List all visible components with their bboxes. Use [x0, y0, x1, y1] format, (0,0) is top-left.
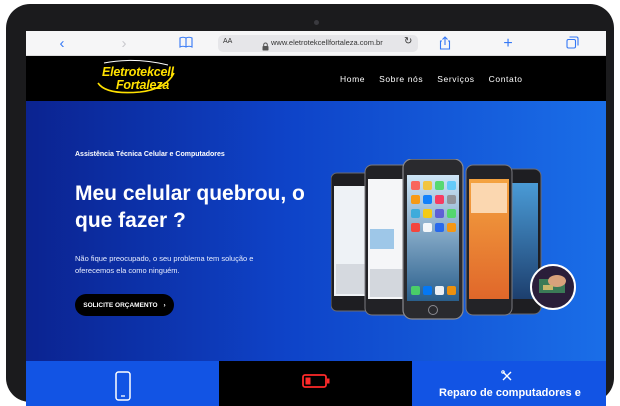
lock-icon: [262, 38, 269, 51]
nav-contato[interactable]: Contato: [489, 74, 523, 84]
tablet-frame: ‹ › AA www.eletrotekcellfortaleza.com.br…: [6, 4, 614, 406]
hero-section: Assistência Técnica Celular e Computador…: [26, 101, 606, 361]
front-camera: [314, 20, 319, 25]
tools-icon: [501, 369, 513, 387]
tabs-overview-icon[interactable]: [564, 36, 580, 51]
browser-toolbar: ‹ › AA www.eletrotekcellfortaleza.com.br…: [26, 31, 606, 56]
nav-home[interactable]: Home: [340, 74, 365, 84]
url-text: www.eletrotekcellfortaleza.com.br: [271, 38, 383, 47]
smartphone-icon: [115, 371, 131, 406]
address-bar[interactable]: AA www.eletrotekcellfortaleza.com.br ↻: [218, 35, 418, 52]
site-logo[interactable]: Eletrotekcell Fortaleza: [94, 59, 176, 97]
reload-icon[interactable]: ↻: [404, 36, 412, 47]
request-quote-button[interactable]: SOLICITE ORÇAMENTO ›: [75, 294, 174, 316]
browser-screen: ‹ › AA www.eletrotekcellfortaleza.com.br…: [26, 31, 606, 406]
site-header: Eletrotekcell Fortaleza Home Sobre nós S…: [26, 56, 606, 101]
service-card-battery[interactable]: [219, 361, 412, 406]
battery-icon: [302, 374, 330, 393]
hero-description: Não fique preocupado, o seu problema tem…: [75, 254, 254, 275]
nav-servicos[interactable]: Serviços: [437, 74, 474, 84]
bookmarks-icon[interactable]: [178, 36, 194, 51]
text-size-button[interactable]: AA: [223, 38, 232, 45]
request-quote-label: SOLICITE ORÇAMENTO: [83, 301, 158, 309]
share-icon[interactable]: [437, 36, 453, 51]
service-card-smartphone[interactable]: [26, 361, 219, 406]
back-icon[interactable]: ‹: [54, 36, 70, 51]
service-card-computer-repair[interactable]: Reparo de computadores e: [412, 361, 606, 406]
nav-sobre-nos[interactable]: Sobre nós: [379, 74, 423, 84]
logo-line-1: Eletrotekcell: [102, 65, 174, 79]
logo-line-2: Fortaleza: [116, 78, 170, 92]
forward-icon[interactable]: ›: [116, 36, 132, 51]
main-navigation: Home Sobre nós Serviços Contato: [340, 74, 523, 84]
arrow-right-icon: ›: [163, 301, 166, 309]
phones-illustration: [330, 158, 576, 329]
hero-tagline: Assistência Técnica Celular e Computador…: [75, 151, 225, 158]
hero-title: Meu celular quebrou, o que fazer ?: [75, 182, 305, 232]
new-tab-icon[interactable]: +: [500, 36, 516, 52]
card-title: Reparo de computadores e: [439, 387, 581, 399]
